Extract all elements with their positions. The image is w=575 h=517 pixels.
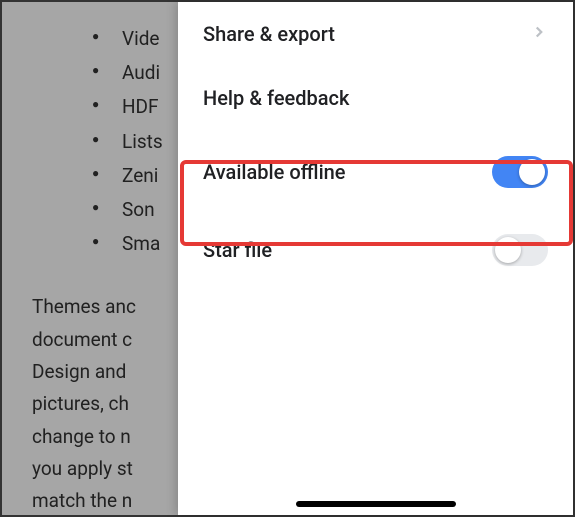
toggle-knob xyxy=(519,159,545,185)
share-export-label: Share & export xyxy=(203,22,335,46)
available-offline-label: Available offline xyxy=(203,160,346,184)
available-offline-toggle[interactable] xyxy=(492,156,548,188)
toggle-knob xyxy=(495,237,521,263)
star-file-item: Star file xyxy=(178,214,573,286)
share-export-item[interactable]: Share & export xyxy=(178,2,573,66)
chevron-right-icon xyxy=(530,22,548,46)
home-indicator[interactable] xyxy=(296,501,456,507)
available-offline-item: Available offline xyxy=(178,130,573,214)
help-feedback-item[interactable]: Help & feedback xyxy=(178,66,573,130)
help-feedback-label: Help & feedback xyxy=(203,86,349,110)
options-panel: Share & export Help & feedback Available… xyxy=(178,2,573,515)
star-file-toggle[interactable] xyxy=(492,234,548,266)
star-file-label: Star file xyxy=(203,238,272,262)
